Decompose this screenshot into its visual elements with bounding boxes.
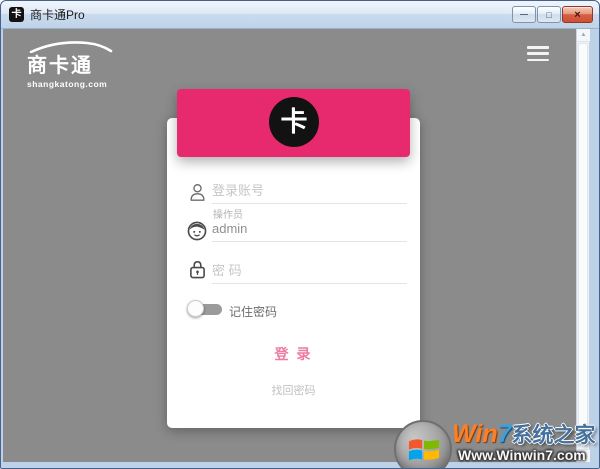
close-button[interactable]: ×	[562, 6, 593, 23]
maximize-button[interactable]: □	[537, 6, 561, 23]
minimize-button[interactable]: —	[512, 6, 536, 23]
watermark-url: Www.Winwin7.com	[458, 447, 586, 463]
windows-logo-circle	[394, 420, 452, 468]
toggle-thumb	[187, 300, 204, 317]
login-button[interactable]: 登 录	[167, 342, 420, 366]
card-banner: 卡	[177, 89, 410, 157]
content-area: 商卡通 shangkatong.com 操作员	[3, 29, 576, 462]
window-title: 商卡通Pro	[30, 8, 85, 22]
account-input[interactable]	[212, 178, 407, 204]
logo-domain: shangkatong.com	[27, 79, 108, 89]
window-controls: — □ ×	[512, 6, 593, 23]
scrollbar-thumb[interactable]	[578, 43, 588, 428]
brand-logo: 商卡通 shangkatong.com	[27, 39, 113, 89]
title-bar: 卡 商卡通Pro — □ ×	[1, 1, 599, 29]
menu-icon[interactable]	[527, 46, 549, 62]
forgot-password-link[interactable]: 找回密码	[167, 382, 420, 398]
remember-toggle[interactable]	[187, 300, 225, 319]
windows-logo-icon	[408, 439, 440, 461]
operator-input[interactable]	[212, 216, 407, 242]
app-window: 卡 商卡通Pro — □ × 商卡通 shangkatong.com 登录账号 …	[0, 0, 600, 469]
vertical-scrollbar[interactable]: ▲ ▼	[576, 29, 590, 462]
lock-icon	[190, 261, 205, 279]
operator-face-icon	[187, 221, 207, 241]
password-input[interactable]	[212, 257, 407, 284]
remember-label: 记住密码	[229, 305, 278, 319]
card-logo-circle: 卡	[269, 97, 319, 147]
watermark: Win7系统之家 Www.Winwin7.com	[394, 418, 599, 468]
scrollbar-up-button[interactable]: ▲	[577, 29, 590, 42]
app-icon: 卡	[9, 7, 24, 22]
login-card: 操作员 记住密码	[167, 118, 420, 428]
watermark-site-name: Win7系统之家	[452, 420, 596, 448]
logo-text: 商卡通	[27, 55, 93, 77]
user-icon	[190, 184, 205, 201]
watermark-text: Win7系统之家 Www.Winwin7.com	[452, 419, 596, 463]
